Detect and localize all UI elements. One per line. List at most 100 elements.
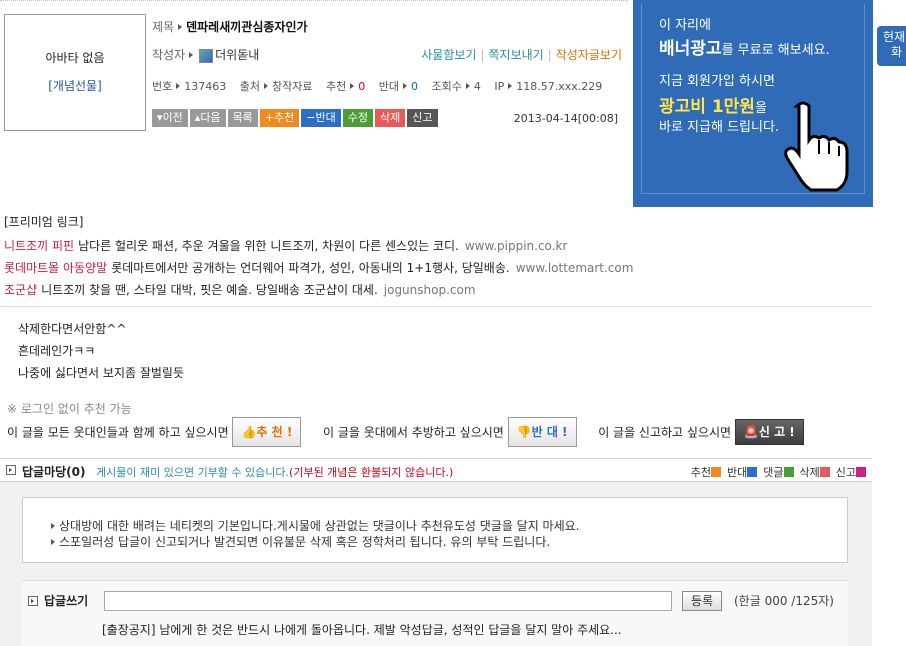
- premium-link-item[interactable]: 롯데마트몰 아동양말 롯데마트에서만 공개하는 언더웨어 파격가, 성인, 아동내…: [4, 257, 872, 279]
- report-text: 이 글을 신고하고 싶으시면: [598, 425, 732, 440]
- notice-line: 상대방에 대한 배려는 네티켓의 기본입니다.게시물에 상관없는 댓글이나 추천…: [51, 518, 847, 534]
- author-name[interactable]: 더위돋내: [215, 48, 259, 62]
- premium-link-name[interactable]: 조군샵: [4, 283, 37, 297]
- gift-link[interactable]: [개념선물]: [5, 77, 145, 94]
- minus-icon: [747, 467, 758, 477]
- notice-line: 스포일러성 답글이 신고되거나 발견되면 이유불문 삭제 혹은 정학처리 됩니다…: [51, 534, 847, 550]
- report-icon: [856, 467, 866, 477]
- premium-link-url[interactable]: www.lottemart.com: [516, 261, 634, 275]
- author-links: 사물함보기 | 쪽지보내기 | 작성자글보기: [421, 48, 622, 62]
- post-body: 삭제한다면서안함^^ 흔데레인가ㅋㅋ 나중에 싫다면서 보지좀 잘벌릴듯: [18, 318, 184, 384]
- arrow-icon: [264, 83, 268, 89]
- arrow-icon: [176, 83, 181, 89]
- post-number: 137463: [184, 80, 227, 93]
- message-link[interactable]: 쪽지보내기: [489, 48, 544, 62]
- banner-line2-main: 배너광고: [659, 39, 722, 59]
- recommend-button[interactable]: +추천: [259, 109, 300, 127]
- reply-legend: 추천 반대 댓글 삭제 신고: [691, 464, 866, 480]
- premium-links: [프리미엄 링크] 니트조끼 피핀 남다른 헐리웃 패션, 추운 겨울을 위한 니…: [4, 213, 872, 301]
- plus-icon: [711, 467, 721, 477]
- post-toolbar: ▾이전 ▴다음 목록 +추천 −반대 수정 삭제 신고: [152, 109, 440, 127]
- title-label: 제목: [152, 20, 175, 34]
- reply-submit-button[interactable]: 등록: [682, 591, 722, 611]
- avatar: 아바타 없음 [개념선물]: [4, 14, 146, 131]
- legend-label: 삭제: [799, 466, 820, 479]
- list-button[interactable]: 목록: [227, 109, 258, 127]
- title-row: 제목 덴파레새끼관심종자인가: [152, 18, 308, 35]
- delete-button[interactable]: 삭제: [375, 109, 406, 127]
- premium-link-desc: 롯데마트에서만 공개하는 언더웨어 파격가, 성인, 아동내의 1+1행사, 당…: [111, 261, 510, 275]
- premium-link-desc: 니트조끼 찾을 땐, 스타일 대박, 핏은 예술. 당일배송 조군샵이 대세.: [41, 283, 378, 297]
- opp-label: 반대: [378, 80, 399, 93]
- arrow-icon: [189, 52, 194, 58]
- premium-link-name[interactable]: 니트조끼 피핀: [4, 239, 74, 253]
- side-tab-arrow: [877, 40, 878, 52]
- oppose-label: 반대: [315, 111, 336, 124]
- next-button[interactable]: ▴다음: [189, 109, 226, 127]
- oppose-button[interactable]: −반대: [301, 109, 341, 127]
- reply-char-counter: (한글 000 /125자): [734, 594, 834, 608]
- reply-input[interactable]: [104, 591, 672, 611]
- thumbs-up-icon: 👍: [241, 425, 257, 439]
- prev-button[interactable]: ▾이전: [152, 109, 188, 127]
- ip-address: 118.57.xxx.229: [516, 80, 603, 93]
- side-tab[interactable]: 현재 화: [877, 26, 906, 66]
- post-body-line: 삭제한다면서안함^^: [18, 322, 127, 336]
- arrow-icon: [402, 83, 407, 89]
- reply-write: 답글쓰기 등록 (한글 000 /125자) [출장공지] 남에게 한 것은 반…: [22, 580, 848, 646]
- premium-link-name[interactable]: 롯데마트몰 아동양말: [4, 261, 107, 275]
- premium-link-item[interactable]: 조군샵 니트조끼 찾을 땐, 스타일 대박, 핏은 예술. 당일배송 조군샵이 대…: [4, 279, 872, 301]
- arrow-icon: [508, 83, 513, 89]
- edit-button[interactable]: 수정: [342, 109, 373, 127]
- ad-banner[interactable]: 이 자리에 배너광고를 무료로 해보세요. 지금 회원가입 하시면 광고비 1만…: [633, 0, 873, 207]
- no-label: 번호: [152, 80, 173, 93]
- post-body-line: 흔데레인가ㅋㅋ: [18, 344, 96, 358]
- premium-link-url[interactable]: www.pippin.co.kr: [465, 239, 568, 253]
- next-label: 다음: [200, 111, 221, 124]
- banner-line2: 배너광고를 무료로 해보세요.: [659, 34, 830, 59]
- banner-line2-rest: 를 무료로 해보세요.: [721, 43, 830, 58]
- reply-title: 답글마당(0): [22, 465, 86, 479]
- divider: [0, 306, 872, 307]
- post-body-line: 나중에 싫다면서 보지좀 잘벌릴듯: [18, 366, 185, 380]
- big-recommend-button[interactable]: 👍추 천 !: [232, 417, 302, 447]
- big-report-button[interactable]: 🚨신 고 !: [734, 419, 804, 445]
- thumbs-down-icon: 👎: [516, 425, 532, 439]
- locker-link[interactable]: 사물함보기: [421, 48, 476, 62]
- banner-line4: 광고비 1만원을: [659, 92, 767, 117]
- post-title: 덴파레새끼관심종자인가: [186, 20, 308, 34]
- arrow-icon: [51, 523, 55, 529]
- reply-warning: [출장공지] 남에게 한 것은 반드시 나에게 돌아옵니다. 제발 악성답글, …: [102, 623, 622, 637]
- author-posts-link[interactable]: 작성자글보기: [556, 48, 622, 62]
- arrow-icon: [178, 24, 183, 30]
- banner-line5: 바로 지급해 드립니다.: [659, 120, 780, 135]
- reply-header: 답글마당(0) 게시물이 재미 있으면 기부할 수 있습니다.(기부된 개념은 …: [0, 458, 872, 482]
- legend-label: 신고: [835, 466, 856, 479]
- expand-box-icon: [28, 596, 38, 606]
- notice-text: 상대방에 대한 배려는 네티켓의 기본입니다.게시물에 상관없는 댓글이나 추천…: [59, 519, 580, 533]
- rec-label: 추천: [325, 80, 347, 93]
- big-recommend-label: 추 천 !: [256, 425, 293, 439]
- post-meta: 번호 137463 출처 창작자료 추천 0 반대 0 조회수 4 IP 118.57.xx…: [152, 78, 602, 94]
- premium-link-url[interactable]: jogunshop.com: [384, 283, 476, 297]
- views-count: 4: [473, 80, 481, 93]
- banner-line3: 지금 회원가입 하시면: [659, 74, 775, 89]
- reply-notice: 상대방에 대한 배려는 네티켓의 기본입니다.게시물에 상관없는 댓글이나 추천…: [22, 497, 848, 563]
- opp-count: 0: [410, 80, 418, 93]
- avatar-none-text: 아바타 없음: [45, 51, 105, 65]
- side-tab-line1: 현재: [883, 30, 906, 44]
- recommend-row: 이 글을 모든 웃대인들과 함께 하고 싶으시면 👍추 천 ! 이 글을 웃대에…: [7, 417, 804, 447]
- legend-label: 댓글: [763, 466, 784, 479]
- arrow-icon: [350, 83, 355, 89]
- notice-text: 스포일러성 답글이 신고되거나 발견되면 이유불문 삭제 혹은 정학처리 됩니다…: [59, 535, 551, 549]
- oppose-text: 이 글을 웃대에서 추방하고 싶으시면: [322, 425, 504, 440]
- reply-subtitle-warning: (기부된 개념은 환불되지 않습니다.): [289, 466, 454, 479]
- reply-subtitle-text: 게시물이 재미 있으면 기부할 수 있습니다.: [96, 466, 290, 479]
- big-oppose-button[interactable]: 👎반 대 !: [507, 417, 577, 447]
- premium-header: [프리미엄 링크]: [4, 215, 84, 229]
- source-label: 출처: [239, 80, 260, 93]
- premium-link-item[interactable]: 니트조끼 피핀 남다른 헐리웃 패션, 추운 겨울을 위한 니트조끼, 차원이 다…: [4, 235, 872, 257]
- top-divider: [0, 0, 628, 4]
- report-button[interactable]: 신고: [407, 109, 438, 127]
- prev-label: 이전: [162, 111, 183, 124]
